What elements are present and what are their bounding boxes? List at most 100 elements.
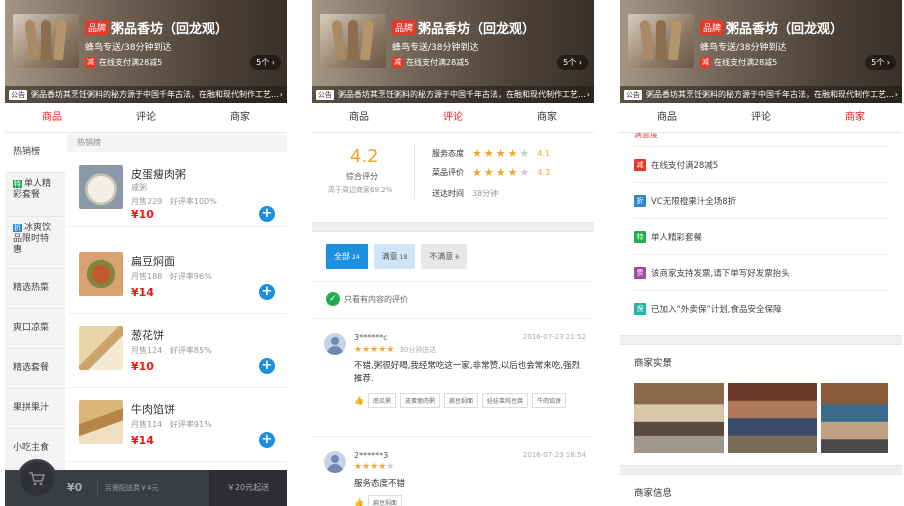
sidebar-item-juice[interactable]: 果拼果汁 — [5, 389, 65, 429]
food-item[interactable]: 皮蛋瘦肉粥 咸粥 月售229 好评率100% ¥10 + — [67, 153, 287, 227]
delivery-speed: 30分钟送达 — [399, 346, 437, 354]
sidebar-item-single-set[interactable]: 特单人精彩套餐 — [5, 173, 65, 217]
thumbs-up-icon: 👍 — [354, 396, 364, 405]
delivery-info: 蜂鸟专送/38分钟到达 — [700, 43, 787, 53]
tab-merchant[interactable]: 商家 — [500, 103, 594, 132]
food-sales: 月售114 好评率91% — [131, 420, 212, 429]
tab-merchant[interactable]: 商家 — [193, 103, 287, 132]
merchant-info-title: 商家信息 — [620, 475, 902, 506]
sidebar-item-drinks[interactable]: 折冰爽饮品限时特惠 — [5, 217, 65, 269]
review-tag[interactable]: 扁豆焖面 — [444, 393, 479, 408]
tab-bar: 商品 评论 商家 — [620, 103, 902, 133]
tab-goods[interactable]: 商品 — [312, 103, 406, 132]
add-to-cart-button[interactable]: + — [259, 432, 275, 448]
rating-summary: 4.2 综合评分 高于周边商家69.2% 服务态度 ★ ★ ★ ★ ★ 4.1 菜品评价… — [312, 133, 594, 213]
star-icon: ★ — [370, 462, 379, 472]
brand-badge: 品牌 — [700, 20, 725, 35]
shop-photo[interactable] — [821, 383, 888, 453]
shop-photo[interactable] — [634, 383, 724, 453]
delivery-info: 蜂鸟专送/38分钟到达 — [85, 43, 172, 53]
food-label: 菜品评价 — [432, 168, 464, 177]
sidebar-item-cold-dishes[interactable]: 爽口凉菜 — [5, 309, 65, 349]
discount-icon: 减 — [634, 158, 646, 171]
filter-satisfied-button[interactable]: 满意 18 — [373, 244, 416, 269]
discount-icon: 折 — [634, 194, 646, 207]
partial-text: 满意度 — [634, 133, 888, 147]
service-rating: 服务态度 ★ ★ ★ ★ ★ 4.1 — [432, 148, 550, 159]
more-promos-button[interactable]: 5个 › — [557, 55, 588, 70]
check-icon: ✓ — [326, 292, 340, 306]
tab-goods[interactable]: 商品 — [620, 103, 714, 132]
more-promos-button[interactable]: 5个 › — [865, 55, 896, 70]
checkout-button[interactable]: ￥20元起送 — [209, 470, 287, 506]
notice-badge: 公告 — [624, 89, 642, 100]
category-sidebar: 热销榜 特单人精彩套餐 折冰爽饮品限时特惠 精选热菜 爽口凉菜 精选套餐 果拼果… — [5, 133, 65, 506]
review-user: 2******3 — [354, 451, 389, 460]
chevron-right-icon: › — [279, 90, 283, 99]
notice-text: 粥品香坊其烹饪粥料的秘方源于中国千年古法，在融和现代制作工艺… — [338, 90, 586, 99]
add-to-cart-button[interactable]: + — [259, 206, 275, 222]
food-item[interactable]: 扁豆焖面 月售188 好评率96% ¥14 + — [67, 240, 287, 314]
food-price: ¥10 — [131, 360, 154, 373]
tab-reviews[interactable]: 评论 — [99, 103, 193, 132]
review-tag[interactable]: 南瓜粥 — [368, 393, 397, 408]
shop-photo[interactable] — [727, 383, 818, 453]
shop-avatar — [320, 14, 386, 68]
review-tags: 👍 扁豆焖面 — [354, 495, 588, 506]
brand-badge: 品牌 — [392, 20, 417, 35]
notice-bar[interactable]: 公告 粥品香坊其烹饪粥料的秘方源于中国千年古法，在融和现代制作工艺… › — [312, 86, 594, 103]
service-label: 服务态度 — [432, 149, 464, 158]
shop-name: 粥品香坊（回龙观） — [726, 22, 844, 37]
only-content-toggle[interactable]: ✓ 只看有内容的评价 — [312, 281, 594, 319]
filter-all-button[interactable]: 全部 24 — [326, 244, 368, 269]
notice-bar[interactable]: 公告 粥品香坊其烹饪粥料的秘方源于中国千年古法，在融和现代制作工艺… › — [620, 86, 902, 103]
food-name: 扁豆焖面 — [131, 255, 175, 268]
tab-reviews[interactable]: 评论 — [406, 103, 500, 132]
sidebar-item-label: 热销榜 — [13, 147, 41, 158]
star-icon: ★ — [519, 166, 530, 179]
review-tag[interactable]: 皮蛋瘦肉粥 — [400, 393, 441, 408]
discount-icon: 减 — [392, 57, 403, 68]
section-gap — [620, 465, 902, 475]
tab-goods[interactable]: 商品 — [5, 103, 99, 132]
review-tag[interactable]: 娃娃菜炖豆腐 — [482, 393, 529, 408]
review-tags: 👍 南瓜粥 皮蛋瘦肉粥 扁豆焖面 娃娃菜炖豆腐 牛肉馅饼 — [354, 393, 588, 408]
category-title: 热销榜 — [67, 134, 287, 152]
cart-icon — [29, 472, 46, 486]
food-image — [79, 165, 123, 209]
more-promos-button[interactable]: 5个 › — [250, 55, 281, 70]
shop-header: 品牌 粥品香坊（回龙观） 蜂鸟专送/38分钟到达 减在线支付满28减5 5个 ›… — [312, 0, 594, 103]
star-icon: ★ — [483, 166, 494, 179]
shop-name: 粥品香坊（回龙观） — [111, 22, 229, 37]
filter-unsatisfied-button[interactable]: 不满意 6 — [421, 244, 468, 269]
sidebar-item-hot[interactable]: 热销榜 — [5, 133, 65, 173]
divider — [414, 143, 415, 199]
chevron-right-icon: › — [894, 90, 898, 99]
tab-merchant[interactable]: 商家 — [808, 103, 902, 132]
sidebar-item-hot-dishes[interactable]: 精选热菜 — [5, 269, 65, 309]
tab-bar: 商品 评论 商家 — [312, 103, 594, 133]
review-tag[interactable]: 牛肉馅饼 — [532, 393, 567, 408]
star-icon: ★ — [386, 344, 395, 355]
photo-gallery — [620, 383, 902, 465]
food-image — [79, 400, 123, 444]
delivery-info: 蜂鸟专送/38分钟到达 — [392, 43, 479, 53]
food-item[interactable]: 葱花饼 月售124 好评率85% ¥10 + — [67, 314, 287, 388]
star-icon: ★ — [472, 166, 482, 179]
invoice-icon: 票 — [634, 266, 646, 279]
add-to-cart-button[interactable]: + — [259, 358, 275, 374]
add-to-cart-button[interactable]: + — [259, 284, 275, 300]
cart-button[interactable] — [17, 459, 57, 499]
user-avatar-icon — [324, 451, 346, 473]
cart-bar: ¥0 另需配送费￥4元 ￥20元起送 — [5, 459, 287, 506]
review-tag[interactable]: 扁豆焖面 — [368, 495, 403, 506]
pay-promo-text: 在线支付满28减5 — [406, 58, 470, 67]
food-item[interactable]: 牛肉馅饼 月售114 好评率91% ¥14 + — [67, 388, 287, 462]
sidebar-item-sets[interactable]: 精选套餐 — [5, 349, 65, 389]
discount-icon: 减 — [700, 57, 711, 68]
food-value: 4.3 — [537, 168, 551, 177]
notice-text: 粥品香坊其烹饪粥料的秘方源于中国千年古法，在融和现代制作工艺… — [31, 90, 279, 99]
tab-reviews[interactable]: 评论 — [714, 103, 808, 132]
notice-bar[interactable]: 公告 粥品香坊其烹饪粥料的秘方源于中国千年古法，在融和现代制作工艺… › — [5, 86, 287, 103]
star-icon: ★ — [472, 147, 482, 160]
